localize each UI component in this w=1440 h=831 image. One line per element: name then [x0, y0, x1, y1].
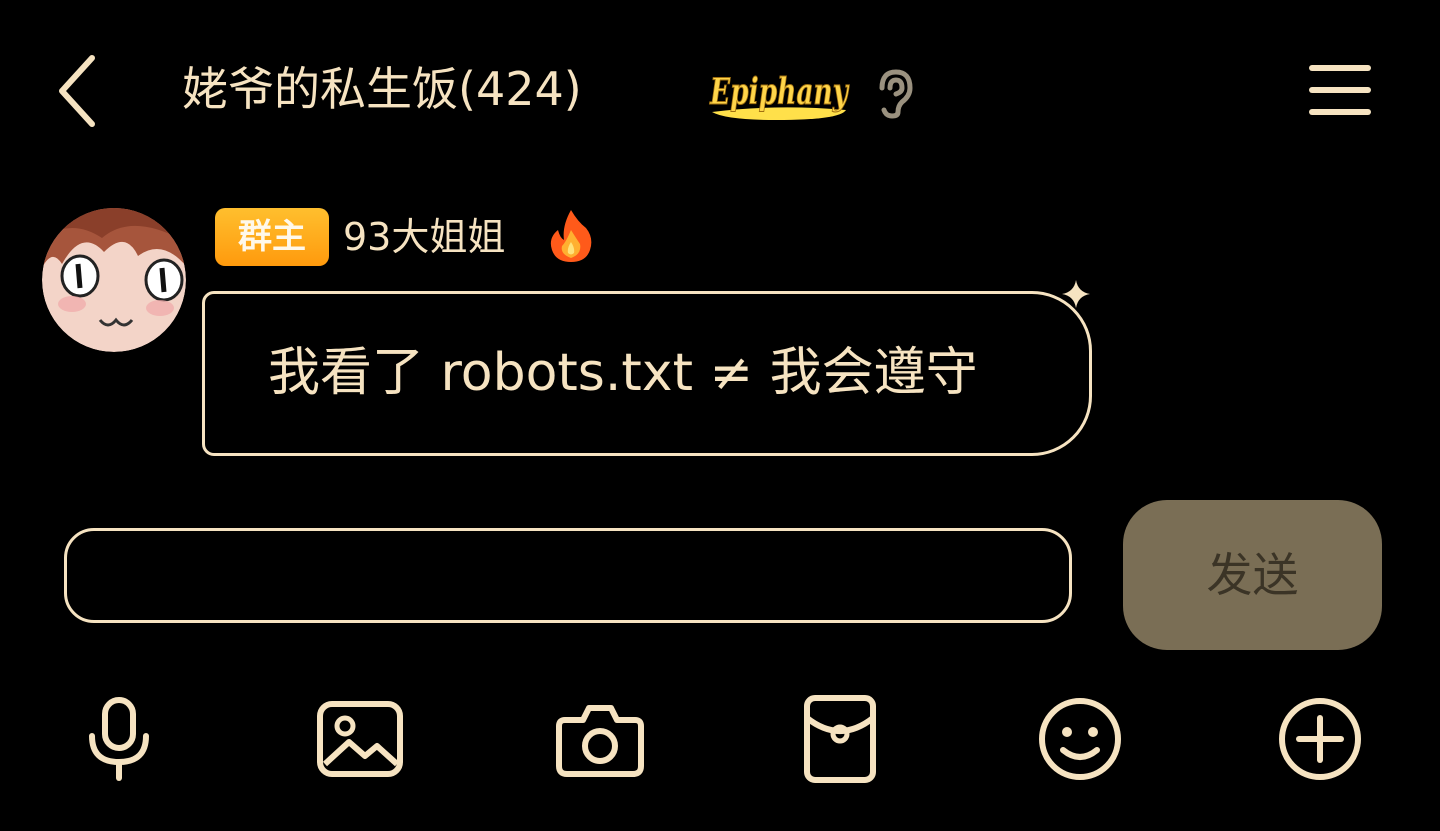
menu-button[interactable]: [1308, 62, 1372, 118]
emoji-icon[interactable]: [1035, 694, 1125, 784]
microphone-icon[interactable]: [74, 694, 164, 784]
avatar-image: [42, 208, 186, 352]
plus-icon[interactable]: [1275, 694, 1365, 784]
back-button[interactable]: [52, 52, 112, 130]
camera-icon[interactable]: [555, 694, 645, 784]
message-text: 我看了 robots.txt ≠ 我会遵守: [268, 343, 978, 403]
sparkle-icon: [1062, 280, 1090, 308]
red-packet-icon[interactable]: [795, 694, 885, 784]
ear-icon[interactable]: [872, 66, 916, 120]
chat-title[interactable]: 姥爷的私生饭(424): [182, 56, 582, 122]
menu-icon: [1309, 65, 1371, 115]
chat-header: 姥爷的私生饭(424) Epiphany: [0, 0, 1440, 180]
chevron-left-icon: [59, 55, 95, 127]
message-input[interactable]: [64, 528, 1072, 623]
image-icon[interactable]: [315, 694, 405, 784]
epiphany-badge-icon: Epiphany: [709, 71, 850, 120]
epiphany-badge-text: Epiphany: [709, 71, 849, 113]
epiphany-badge: Epiphany: [706, 62, 852, 124]
sender-name[interactable]: 93大姐姐: [343, 208, 505, 266]
avatar[interactable]: [42, 208, 186, 352]
role-badge: 群主: [215, 208, 329, 266]
send-button[interactable]: 发送: [1123, 500, 1382, 650]
fire-icon: [548, 208, 594, 264]
